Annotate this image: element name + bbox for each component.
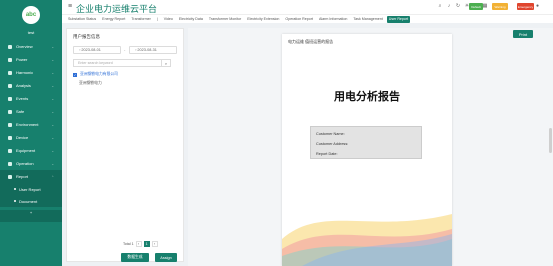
volume-icon[interactable]: ♪ xyxy=(446,3,452,9)
end-date-input[interactable]: ▫ 2023-08-31 xyxy=(129,46,177,54)
chevron-down-icon: ⌄ xyxy=(51,148,54,153)
search-button[interactable]: ⌕ xyxy=(161,59,171,67)
sidebar-item-power[interactable]: Power ⌄ xyxy=(0,53,62,66)
user-name: test xyxy=(27,30,35,35)
sidebar-item-report[interactable]: Report ⌃ xyxy=(0,170,62,183)
search-input[interactable]: Enter search keyword xyxy=(73,59,171,67)
check-icon: ✓ xyxy=(73,72,77,77)
tab-electricity-extension[interactable]: Electricity Extension xyxy=(245,16,281,23)
sidebar-item-harmonic[interactable]: Harmonic ⌄ xyxy=(0,66,62,79)
scrollbar[interactable] xyxy=(549,128,552,153)
chevron-down-icon: ⌄ xyxy=(51,70,54,75)
events-icon xyxy=(8,96,12,101)
customer-checkbox[interactable]: ✓ 亚洲钢铁电力有限公司 xyxy=(73,72,118,77)
header-icons: ⌕ ♪ ↻ ☀ ⛶ ▦ ⛊ xyxy=(437,3,497,9)
bullet-icon xyxy=(14,188,16,190)
sidebar-subitem-document[interactable]: Document xyxy=(0,195,62,207)
sidebar-item-safe[interactable]: Safe ⌄ xyxy=(0,105,62,118)
sidebar-item-device[interactable]: Device ⌄ xyxy=(0,131,62,144)
sidebar-subitem-user-report[interactable]: User Report xyxy=(0,183,62,195)
tab-transformer[interactable]: Transformer xyxy=(129,16,152,23)
sidebar-item-equipment[interactable]: Equipment ⌄ xyxy=(0,144,62,157)
chevron-down-icon: ⌄ xyxy=(51,161,54,166)
tab-electricity-data[interactable]: Electricity Data xyxy=(177,16,205,23)
analysis-icon xyxy=(8,83,12,88)
power-icon xyxy=(8,57,12,62)
environment-icon xyxy=(8,122,12,127)
sidebar: abc test Overview ⌄ Power ⌄ Harmonic ⌄ Anal… xyxy=(0,0,62,266)
chevron-down-icon: ⌄ xyxy=(51,96,54,101)
chevron-down-icon: ⌄ xyxy=(51,135,54,140)
tab-transformer-monitor[interactable]: Transformer Monitor xyxy=(207,16,243,23)
top-header: ≡ 企业电力运维云平台 ⌕ ♪ ↻ ☀ ⛶ ▦ ⛊ Default Warnin… xyxy=(62,0,553,15)
chevron-down-icon: ⌄ xyxy=(51,57,54,62)
pagination-total: Total 1 xyxy=(123,242,134,246)
report-icon xyxy=(8,174,12,179)
menu-toggle-icon[interactable]: ≡ xyxy=(68,3,72,10)
tab-substation-status[interactable]: Substation Status xyxy=(66,16,98,23)
report-list-panel: 用户报告信息 ▫ 2023-08-01 - ▫ 2023-08-31 Enter… xyxy=(66,28,184,262)
tab-energy-report[interactable]: Energy Report xyxy=(100,16,127,23)
sidebar-item-operation[interactable]: Operation ⌄ xyxy=(0,157,62,170)
chevron-down-icon: ⌄ xyxy=(51,122,54,127)
decorative-waves xyxy=(282,214,452,266)
document-preview: Print 电力运维 值班运营的报告 用电分析报告 Customer Name:… xyxy=(188,28,553,266)
bullet-icon xyxy=(14,200,16,202)
chevron-down-icon: ⌄ xyxy=(51,109,54,114)
operation-icon xyxy=(8,161,12,166)
device-icon xyxy=(8,135,12,140)
chevron-up-icon: ⌃ xyxy=(51,174,54,179)
list-item[interactable]: 亚洲钢铁电力 xyxy=(79,81,102,86)
pagination: Total 1 ‹ 1 › xyxy=(123,241,158,247)
search-icon: ⌕ xyxy=(164,61,168,66)
tab-user-report[interactable]: User Report xyxy=(386,15,411,23)
tab-alarm-information[interactable]: Alarm Information xyxy=(317,16,349,23)
sidebar-item-events[interactable]: Events ⌄ xyxy=(0,92,62,105)
start-date-input[interactable]: ▫ 2023-08-01 xyxy=(73,46,121,54)
status-badge-default[interactable]: Default xyxy=(469,3,483,10)
sidebar-item-analysis[interactable]: Analysis ⌄ xyxy=(0,79,62,92)
brand-logo: abc xyxy=(22,6,40,24)
chevron-down-icon: ⌄ xyxy=(51,83,54,88)
refresh-icon[interactable]: ↻ xyxy=(455,3,461,9)
prev-page-button[interactable]: ‹ xyxy=(135,241,142,247)
avatar-icon[interactable]: ● xyxy=(536,3,539,9)
status-badge-warning[interactable]: Warning xyxy=(492,3,508,10)
panel-title: 用户报告信息 xyxy=(73,34,100,39)
tab-bar: Substation Status Energy Report Transfor… xyxy=(62,14,553,23)
tab-task-management[interactable]: Task Management xyxy=(351,16,384,23)
safe-icon xyxy=(8,109,12,114)
harmonic-icon xyxy=(8,70,12,75)
print-button[interactable]: Print xyxy=(513,30,533,38)
tab-video[interactable]: Video xyxy=(162,16,175,23)
assign-button[interactable]: Assign xyxy=(155,253,177,262)
next-page-button[interactable]: › xyxy=(151,241,158,247)
date-separator: - xyxy=(124,47,126,52)
chevron-down-icon: ⌄ xyxy=(51,44,54,49)
equipment-icon xyxy=(8,148,12,153)
sidebar-item-environment[interactable]: Environment ⌄ xyxy=(0,118,62,131)
sidebar-menu: Overview ⌄ Power ⌄ Harmonic ⌄ Analysis ⌄ Eve… xyxy=(0,40,62,207)
collapse-button[interactable]: + xyxy=(0,210,62,222)
tab-separator: | xyxy=(156,17,158,21)
sidebar-item-overview[interactable]: Overview ⌄ xyxy=(0,40,62,53)
generate-button[interactable]: 数据生成 xyxy=(121,253,149,262)
status-badge-emergency[interactable]: Emergency xyxy=(517,3,534,10)
search-icon[interactable]: ⌕ xyxy=(437,3,443,9)
page-number[interactable]: 1 xyxy=(143,241,150,247)
overview-icon xyxy=(8,44,12,49)
tab-operation-report[interactable]: Operation Report xyxy=(283,16,315,23)
report-page: 电力运维 值班运营的报告 用电分析报告 Customer Name: Custo… xyxy=(282,34,452,266)
